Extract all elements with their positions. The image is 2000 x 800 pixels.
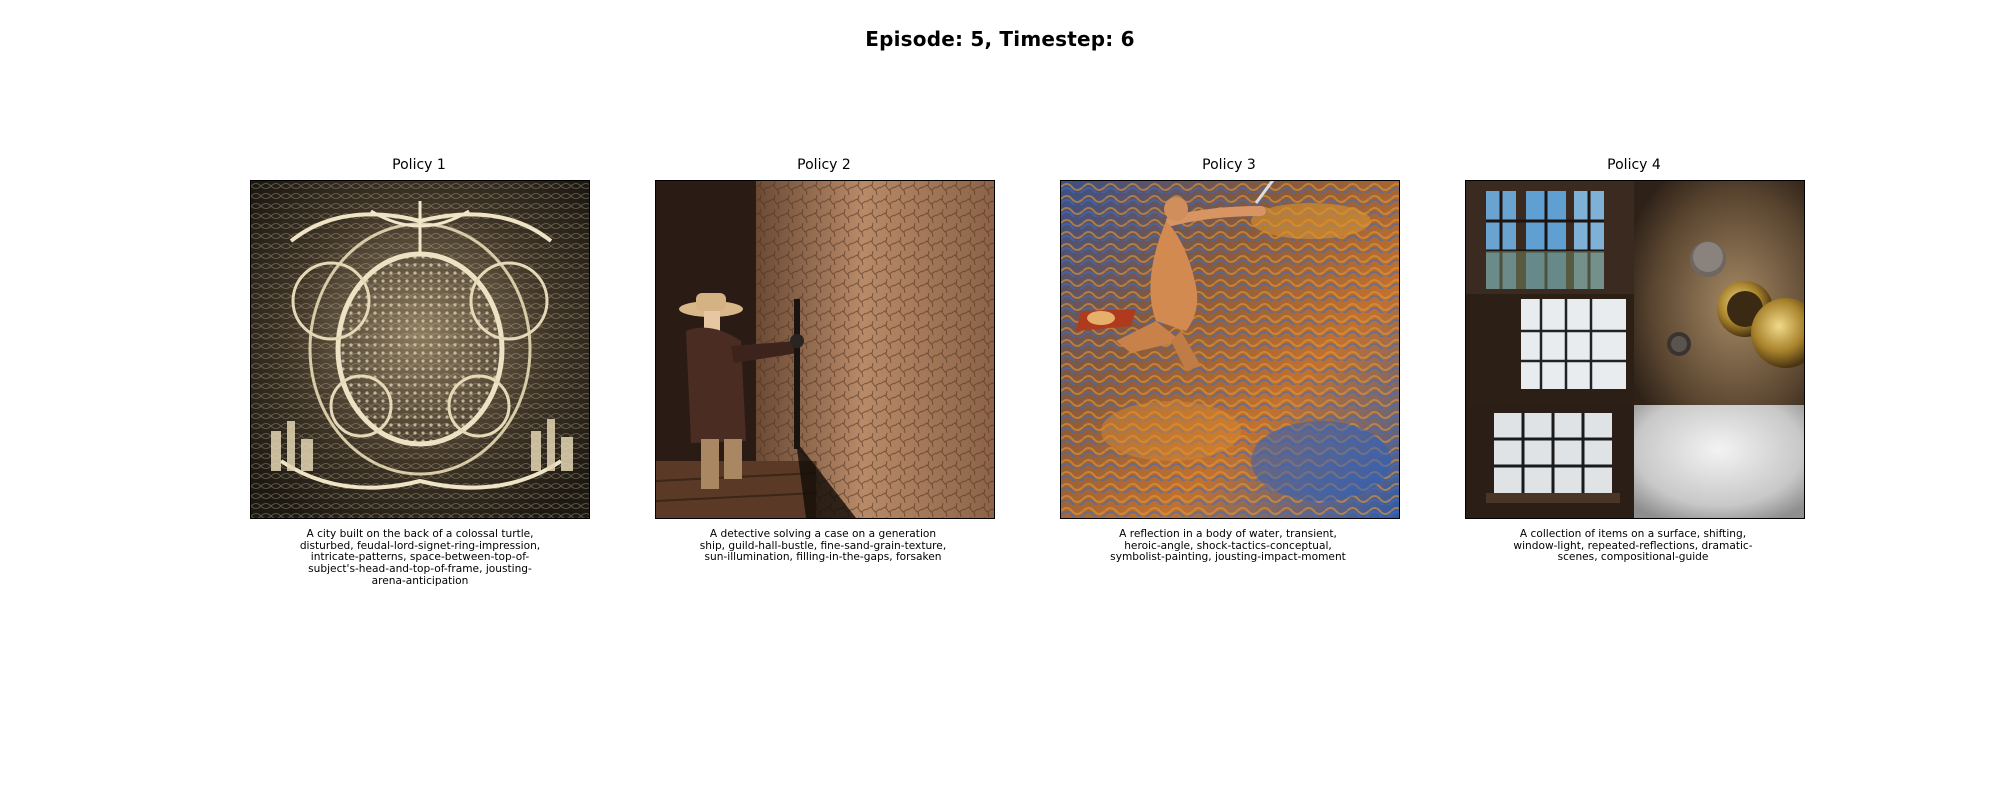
policy-4-image [1465, 180, 1805, 519]
panel-title-policy-3: Policy 3 [1202, 157, 1256, 173]
panel-title-policy-4: Policy 4 [1607, 157, 1661, 173]
policy-3-image [1060, 180, 1400, 519]
figure-title: Episode: 5, Timestep: 6 [865, 27, 1135, 51]
policy-3-caption: A reflection in a body of water, transie… [1110, 528, 1346, 564]
policy-1-caption: A city built on the back of a colossal t… [299, 528, 541, 587]
policy-4-caption: A collection of items on a surface, shif… [1513, 528, 1753, 564]
policy-2-image [655, 180, 995, 519]
panel-title-policy-1: Policy 1 [392, 157, 446, 173]
policy-1-image [250, 180, 590, 519]
policy-2-caption: A detective solving a case on a generati… [699, 528, 947, 564]
panel-title-policy-2: Policy 2 [797, 157, 851, 173]
